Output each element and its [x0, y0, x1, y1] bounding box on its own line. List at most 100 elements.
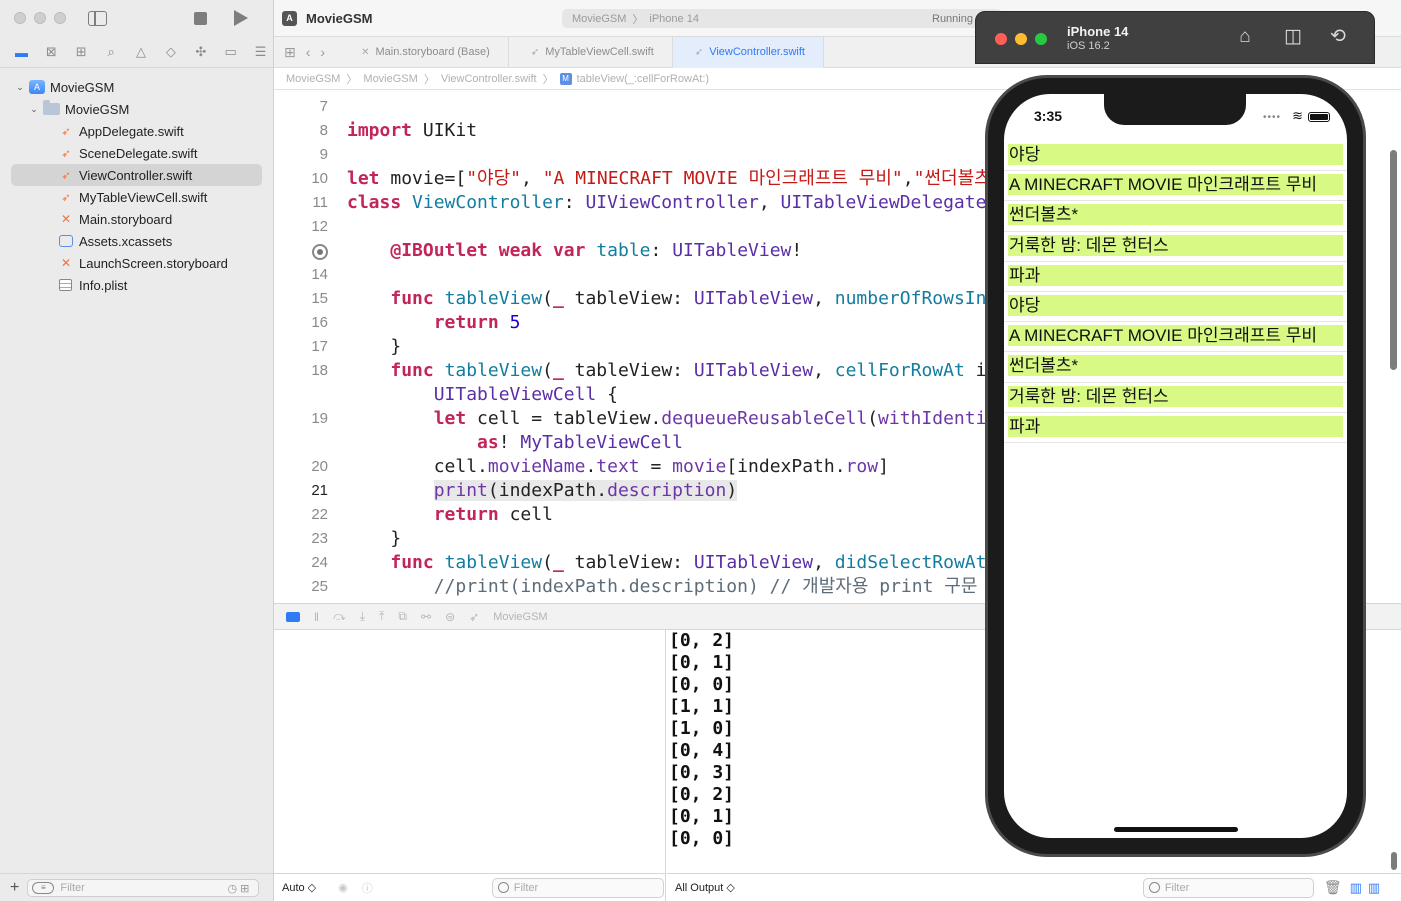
table-cell[interactable]: 야당: [1004, 292, 1347, 323]
step-out-icon[interactable]: ⤒: [379, 609, 384, 624]
line-number[interactable]: 20: [294, 455, 328, 479]
tree-file-item[interactable]: ➶ MyTableViewCell.swift: [0, 186, 273, 208]
debug-target[interactable]: MovieGSM: [493, 611, 547, 623]
variables-scope-select[interactable]: Auto ◇: [282, 881, 316, 894]
line-number[interactable]: 21: [294, 479, 328, 503]
jumpbar-item-file[interactable]: ViewController.swift: [441, 73, 537, 85]
step-in-icon[interactable]: ⤓: [360, 609, 365, 624]
table-cell[interactable]: 거룩한 밤: 데몬 헌터스: [1004, 383, 1347, 413]
source-control-icon[interactable]: ⊠: [39, 42, 64, 62]
run-button[interactable]: [234, 10, 248, 26]
jumpbar-item-project[interactable]: MovieGSM: [286, 73, 340, 85]
minimize-window-button[interactable]: [34, 12, 46, 24]
code-text[interactable]: cell.movieName.text = movie[indexPath.ro…: [347, 455, 889, 479]
symbol-hierarchy-icon[interactable]: ⊞: [69, 42, 94, 62]
sim-close-button[interactable]: [995, 33, 1007, 45]
debug-icon[interactable]: ✣: [188, 42, 213, 62]
line-number[interactable]: 17: [294, 335, 328, 359]
code-text[interactable]: }: [347, 527, 401, 551]
rotate-icon[interactable]: ⟲: [1326, 26, 1350, 48]
line-number[interactable]: 9: [294, 143, 328, 167]
tree-file-item[interactable]: ➶ SceneDelegate.swift: [0, 142, 273, 164]
line-number[interactable]: 10: [294, 167, 328, 191]
scheme-project[interactable]: MovieGSM: [572, 13, 626, 25]
warning-icon[interactable]: △: [129, 42, 154, 62]
test-diamond-icon[interactable]: ◇: [158, 42, 183, 62]
console-filter-field[interactable]: Filter: [1142, 877, 1314, 898]
line-number[interactable]: 14: [294, 263, 328, 287]
tree-file-item[interactable]: ✕ LaunchScreen.storyboard: [0, 252, 273, 274]
close-window-button[interactable]: [14, 12, 26, 24]
trash-icon[interactable]: 🗑: [1324, 879, 1342, 896]
table-cell[interactable]: 썬더볼츠*: [1004, 352, 1347, 383]
tree-file-item[interactable]: Info.plist: [0, 274, 273, 296]
tree-file-item[interactable]: ✕ Main.storyboard: [0, 208, 273, 230]
scheme-device[interactable]: iPhone 14: [649, 13, 699, 25]
info-icon[interactable]: ⓘ: [362, 880, 373, 896]
variables-filter-field[interactable]: Filter: [491, 877, 664, 898]
tree-file-item[interactable]: ➶ AppDelegate.swift: [0, 120, 273, 142]
line-number[interactable]: 12: [294, 215, 328, 239]
pause-icon[interactable]: ‖: [314, 610, 319, 624]
line-number[interactable]: 22: [294, 503, 328, 527]
chevron-down-icon[interactable]: ⌄: [28, 104, 40, 115]
tree-group[interactable]: ⌄ MovieGSM: [0, 98, 273, 120]
output-select[interactable]: All Output ◇: [675, 881, 735, 894]
report-icon[interactable]: ☰: [248, 42, 273, 62]
table-cell[interactable]: 썬더볼츠*: [1004, 201, 1347, 232]
table-cell[interactable]: A MINECRAFT MOVIE 마인크래프트 무비: [1004, 322, 1347, 353]
line-number[interactable]: 11: [294, 191, 328, 215]
editor-tab[interactable]: ✕ Main.storyboard (Base): [339, 36, 509, 68]
add-icon[interactable]: +: [10, 879, 19, 897]
sim-minimize-button[interactable]: [1015, 33, 1027, 45]
location-icon[interactable]: ➶: [469, 610, 479, 624]
movie-table-view[interactable]: 야당 A MINECRAFT MOVIE 마인크래프트 무비 썬더볼츠* 거룩한 밤:…: [1004, 141, 1347, 443]
search-icon[interactable]: ⌕: [99, 42, 124, 62]
line-number[interactable]: 16: [294, 311, 328, 335]
back-icon[interactable]: ‹: [306, 44, 311, 60]
code-text[interactable]: //print(indexPath.description) // 개발자용 p…: [347, 575, 978, 599]
sidebar-toggle-icon[interactable]: [88, 11, 107, 26]
jumpbar-item-method[interactable]: tableView(_:cellForRowAt:): [577, 73, 709, 85]
folder-icon[interactable]: ▬: [9, 42, 34, 62]
memory-graph-icon[interactable]: ⚯: [421, 610, 431, 624]
code-text[interactable]: @IBOutlet weak var table: UITableView!: [347, 239, 802, 263]
tree-project-root[interactable]: ⌄ A MovieGSM: [0, 76, 273, 98]
tree-file-item[interactable]: Assets.xcassets: [0, 230, 273, 252]
table-cell[interactable]: 파과: [1004, 413, 1347, 443]
debug-area-toggle-icon[interactable]: [286, 611, 300, 622]
breakpoint-icon[interactable]: ▭: [218, 42, 243, 62]
home-icon[interactable]: ⌂: [1233, 26, 1257, 48]
code-text[interactable]: import UIKit: [347, 119, 477, 143]
split-right-icon[interactable]: ▥: [1368, 880, 1380, 896]
tree-file-item[interactable]: ➶ ViewController.swift: [11, 164, 262, 186]
code-text[interactable]: }: [347, 335, 401, 359]
line-number[interactable]: 15: [294, 287, 328, 311]
line-number[interactable]: 23: [294, 527, 328, 551]
table-cell[interactable]: 거룩한 밤: 데몬 헌터스: [1004, 232, 1347, 262]
environment-overrides-icon[interactable]: ⊜: [445, 610, 455, 624]
editor-tab[interactable]: ➶ ViewController.swift: [672, 36, 824, 68]
eye-icon[interactable]: ◉: [338, 881, 348, 894]
grid-icon[interactable]: ⊞: [284, 44, 296, 61]
line-number[interactable]: 18: [294, 359, 328, 383]
sim-zoom-button[interactable]: [1035, 33, 1047, 45]
line-number[interactable]: 7: [294, 95, 328, 119]
editor-tab[interactable]: ➶ MyTableViewCell.swift: [509, 36, 673, 68]
split-left-icon[interactable]: ▥: [1350, 880, 1362, 896]
recent-files-icon[interactable]: ◷⊞: [228, 882, 253, 895]
line-number[interactable]: 19: [294, 407, 328, 431]
console-scrollbar[interactable]: [1391, 852, 1397, 870]
editor-scrollbar[interactable]: [1390, 150, 1397, 370]
line-number[interactable]: 25: [294, 575, 328, 599]
line-number[interactable]: 8: [294, 119, 328, 143]
navigator-filter-field[interactable]: ≡ Filter ◷⊞: [27, 878, 260, 897]
view-hierarchy-icon[interactable]: ⧉: [398, 609, 407, 624]
code-text[interactable]: as! MyTableViewCell: [347, 431, 683, 455]
screenshot-icon[interactable]: ◫: [1281, 26, 1305, 48]
table-cell[interactable]: 야당: [1004, 141, 1347, 172]
code-text[interactable]: print(indexPath.description): [347, 479, 738, 503]
line-number[interactable]: 24: [294, 551, 328, 575]
stop-button[interactable]: [194, 12, 207, 25]
table-cell[interactable]: A MINECRAFT MOVIE 마인크래프트 무비: [1004, 171, 1347, 202]
